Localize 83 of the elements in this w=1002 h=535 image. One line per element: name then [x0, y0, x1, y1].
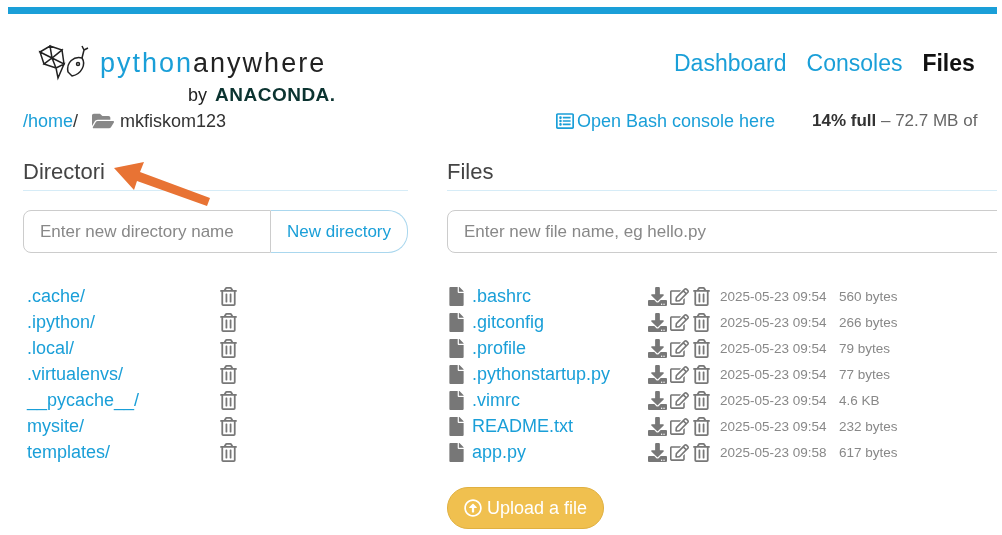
directory-link[interactable]: mysite/	[27, 415, 219, 437]
delete-icon[interactable]	[219, 338, 238, 358]
logo-icon	[38, 44, 90, 82]
file-size: 232 bytes	[839, 418, 899, 434]
delete-icon[interactable]	[219, 364, 238, 384]
nav-link[interactable]: Dashboard	[674, 50, 787, 77]
byline: by	[188, 85, 207, 106]
delete-icon[interactable]	[219, 286, 238, 306]
delete-icon[interactable]	[219, 312, 238, 332]
new-directory-button[interactable]: New directory	[271, 210, 408, 253]
delete-icon[interactable]	[692, 338, 711, 358]
section-heading: Directori	[23, 159, 105, 184]
file-icon	[447, 390, 466, 410]
delete-icon[interactable]	[692, 442, 711, 462]
download-icon[interactable]	[648, 286, 667, 306]
directory-link[interactable]: .virtualenvs/	[27, 363, 219, 385]
modified-date: 2025-05-23 09:54	[720, 366, 828, 382]
modified-date: 2025-05-23 09:54	[720, 418, 828, 434]
file-size: 77 bytes	[839, 366, 892, 382]
edit-icon[interactable]	[670, 442, 689, 462]
file-size: 560 bytes	[839, 288, 899, 304]
file-link[interactable]: .profile	[472, 337, 648, 359]
upload-icon	[464, 499, 482, 517]
edit-icon[interactable]	[670, 364, 689, 384]
file-icon	[447, 442, 466, 462]
company-name: ANACONDA.	[215, 84, 336, 106]
directory-name-field[interactable]: Enter new directory name	[23, 210, 272, 253]
download-icon[interactable]	[648, 442, 667, 462]
edit-icon[interactable]	[670, 416, 689, 436]
file-size: 4.6 KB	[839, 392, 881, 408]
delete-icon[interactable]	[219, 442, 238, 462]
delete-icon[interactable]	[692, 364, 711, 384]
directory-link[interactable]: templates/	[27, 441, 219, 463]
file-size: 617 bytes	[839, 444, 899, 460]
modified-date: 2025-05-23 09:54	[720, 288, 828, 304]
directory-link[interactable]: .cache/	[27, 285, 219, 307]
brand-name: pythonanywhere	[100, 47, 327, 79]
file-icon	[447, 286, 466, 306]
download-icon[interactable]	[648, 390, 667, 410]
nav-link[interactable]: Consoles	[806, 50, 903, 77]
edit-icon[interactable]	[670, 286, 689, 306]
directory-link[interactable]: __pycache__/	[27, 389, 219, 411]
delete-icon[interactable]	[692, 390, 711, 410]
breadcrumb-separator: /	[73, 110, 79, 132]
file-size: 79 bytes	[839, 340, 892, 356]
delete-icon[interactable]	[692, 416, 711, 436]
file-link[interactable]: app.py	[472, 441, 648, 463]
file-size: 266 bytes	[839, 314, 899, 330]
delete-icon[interactable]	[692, 312, 711, 332]
modified-date: 2025-05-23 09:54	[720, 340, 828, 356]
current-folder: mkfiskom123	[120, 110, 227, 132]
file-icon	[447, 416, 466, 436]
file-link[interactable]: .vimrc	[472, 389, 648, 411]
edit-icon[interactable]	[670, 312, 689, 332]
modified-date: 2025-05-23 09:54	[720, 314, 828, 330]
delete-icon[interactable]	[219, 416, 238, 436]
download-icon[interactable]	[648, 338, 667, 358]
edit-icon[interactable]	[670, 390, 689, 410]
download-icon[interactable]	[648, 364, 667, 384]
file-icon	[447, 312, 466, 332]
list-icon	[556, 112, 574, 130]
file-icon	[447, 338, 466, 358]
modified-date: 2025-05-23 09:58	[720, 444, 828, 460]
file-link[interactable]: README.txt	[472, 415, 648, 437]
file-link[interactable]: .bashrc	[472, 285, 648, 307]
bash-console-link[interactable]: Open Bash console here	[556, 110, 812, 132]
edit-icon[interactable]	[670, 338, 689, 358]
file-link[interactable]: .pythonstartup.py	[472, 363, 648, 385]
directory-link[interactable]: .local/	[27, 337, 219, 359]
file-link[interactable]: .gitconfig	[472, 311, 648, 333]
file-name-field[interactable]: Enter new file name, eg hello.py	[447, 210, 997, 253]
section-heading: Files	[447, 159, 494, 184]
breadcrumb-link[interactable]: /home	[23, 110, 74, 132]
delete-icon[interactable]	[692, 286, 711, 306]
download-icon[interactable]	[648, 312, 667, 332]
download-icon[interactable]	[648, 416, 667, 436]
file-icon	[447, 364, 466, 384]
delete-icon[interactable]	[219, 390, 238, 410]
upload-button[interactable]: Upload a file	[447, 487, 605, 529]
modified-date: 2025-05-23 09:54	[720, 392, 828, 408]
directory-link[interactable]: .ipython/	[27, 311, 219, 333]
nav-link[interactable]: Files	[922, 50, 975, 77]
storage-usage: 14% full – 72.7 MB of	[812, 111, 978, 131]
